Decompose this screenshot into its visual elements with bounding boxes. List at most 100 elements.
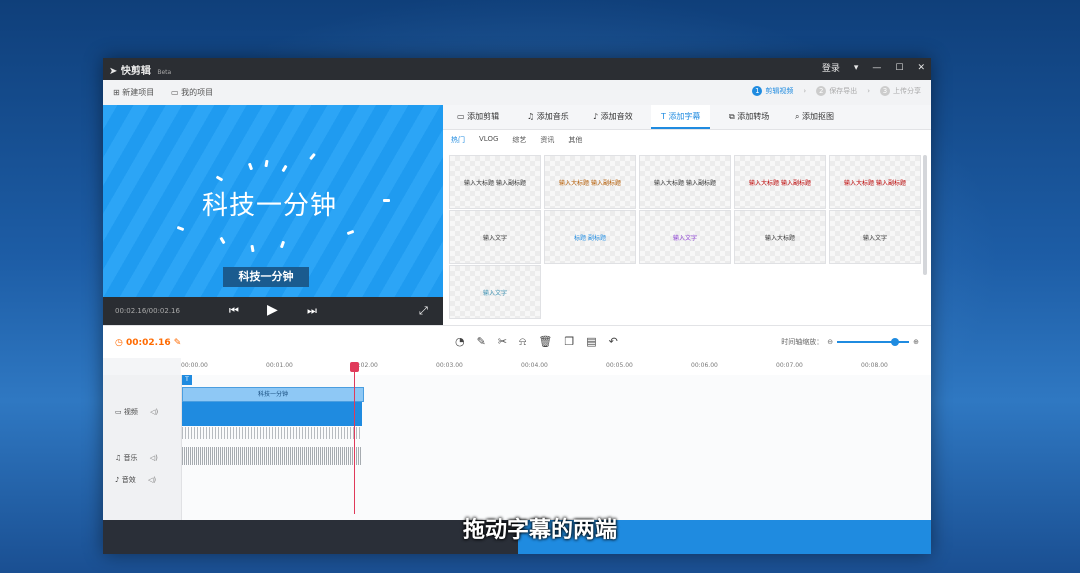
template-card[interactable]: 输入大标题 (734, 210, 826, 264)
zoom-label: 时间轴缩放： (781, 338, 824, 346)
category-vlog[interactable]: VLOG (479, 135, 498, 145)
my-projects-button[interactable]: ▭ 我的项目 (171, 87, 213, 98)
asset-tabs: ▭ 添加剪辑 ♫ 添加音乐 ♪ 添加音效 T 添加字幕 ⧉ 添加转场 ⌕ 添加抠… (443, 105, 931, 130)
next-icon[interactable]: ⏭ (307, 304, 317, 318)
undo-icon[interactable]: ↶ (609, 335, 618, 349)
track-name: 视频 (123, 408, 138, 416)
template-card[interactable]: 输入文字 (449, 210, 541, 264)
tab-label: 添加音效 (600, 112, 633, 121)
spark-decoration (346, 229, 355, 236)
template-card[interactable]: 标题 副标题 (544, 210, 636, 264)
template-label: 输入大标题 输入副标题 (654, 179, 716, 187)
spark-decoration (247, 162, 254, 171)
template-label: 输入文字 (862, 234, 887, 242)
tick-label: 00:06.00 (691, 362, 718, 369)
tick-label: 00:08.00 (861, 362, 888, 369)
template-label: 输入大标题 输入副标题 (844, 179, 906, 187)
maximize-icon[interactable]: ☐ (895, 63, 903, 73)
zoom-slider-knob[interactable] (891, 338, 900, 346)
template-card[interactable]: 输入大标题 输入副标题 (544, 155, 636, 209)
player-controls: 00:02.16/00:02.16 ⏮ ▶ ⏭ ⤢ (103, 297, 443, 325)
track-sfx-label: ♪ 音效 ◁) (115, 475, 156, 485)
video-clip[interactable] (182, 402, 362, 426)
spark-decoration (281, 164, 288, 173)
track-name: 音乐 (123, 454, 138, 462)
tab-add-sfx[interactable]: ♪ 添加音效 (593, 105, 633, 129)
template-label: 输入文字 (482, 234, 507, 242)
template-scrollbar[interactable] (923, 155, 927, 275)
video-preview: 科技一分钟 科技一分钟 (103, 105, 443, 297)
new-project-button[interactable]: ⊞ 新建项目 (113, 87, 154, 98)
category-hot[interactable]: 热门 (451, 135, 465, 145)
template-label: 输入大标题 输入副标题 (464, 179, 526, 187)
bell-icon[interactable]: ⍾ (519, 335, 526, 349)
tab-add-transition[interactable]: ⧉ 添加转场 (729, 105, 769, 129)
tab-label: 添加抠图 (802, 112, 835, 121)
paste-icon[interactable]: ▤ (586, 335, 596, 349)
step-number: 2 (816, 86, 827, 96)
step-label: 上传分享 (893, 87, 921, 95)
step-label: 剪辑视频 (765, 87, 794, 95)
menu-icon[interactable]: ▾ (854, 63, 859, 73)
category-other[interactable]: 其他 (568, 135, 582, 145)
video-track-icon: ▭ (115, 408, 122, 416)
zoom-out-icon[interactable]: ⊖ (827, 338, 833, 346)
template-label: 输入大标题 输入副标题 (749, 179, 811, 187)
template-card[interactable]: 输入文字 (639, 210, 731, 264)
volume-icon[interactable]: ◁) (150, 454, 158, 462)
step-number: 3 (880, 86, 890, 96)
step-share[interactable]: 3 上传分享 (880, 86, 921, 96)
zoom-slider[interactable] (837, 338, 910, 346)
playhead-line[interactable] (354, 364, 355, 514)
track-labels (103, 375, 182, 520)
playback-time: 00:02.16/00:02.16 (115, 307, 180, 315)
template-card[interactable]: 输入文字 (829, 210, 921, 264)
edit-time-icon[interactable]: ✎ (174, 338, 182, 348)
trash-icon[interactable]: 🗑 (538, 335, 552, 349)
tab-add-cutout[interactable]: ⌕ 添加抠图 (795, 105, 834, 129)
subtitle-clip[interactable]: 科技一分钟 (182, 387, 364, 402)
template-label: 输入文字 (482, 289, 507, 297)
play-icon[interactable]: ▶ (267, 302, 278, 318)
tab-label: 添加音乐 (536, 112, 569, 121)
step-edit[interactable]: 1 剪辑视频 (752, 86, 793, 96)
preview-subtitle-box[interactable]: 科技一分钟 (223, 267, 309, 287)
scissors-icon[interactable]: ✂ (498, 335, 507, 349)
current-time: ◷ 00:02.16 ✎ (115, 338, 181, 348)
pencil-icon[interactable]: ✎ (477, 335, 486, 349)
track-video-label: ▭ 视频 ◁) (115, 407, 158, 417)
category-variety[interactable]: 综艺 (512, 135, 526, 145)
fullscreen-icon[interactable]: ⤢ (419, 304, 428, 318)
login-button[interactable]: 登录 (822, 61, 840, 74)
speed-icon[interactable]: ◔ (455, 335, 465, 349)
timeline-tracks: ▭ 视频 ◁) ♫ 音乐 ◁) ♪ 音效 ◁) T 科技一分钟 (103, 375, 931, 520)
tab-add-music[interactable]: ♫ 添加音乐 (527, 105, 569, 129)
copy-icon[interactable]: ❐ (564, 335, 574, 349)
window-controls: 登录 ▾ — ☐ ✕ (822, 61, 925, 75)
tab-add-clip[interactable]: ▭ 添加剪辑 (457, 105, 499, 129)
volume-icon[interactable]: ◁) (150, 408, 158, 416)
timeline-header: ◷ 00:02.16 ✎ ◔ ✎ ✂ ⍾ 🗑 ❐ ▤ ↶ 时间轴缩放： ⊖ ⊕ (103, 325, 931, 358)
minimize-icon[interactable]: — (872, 63, 881, 73)
template-card[interactable]: 输入大标题 输入副标题 (449, 155, 541, 209)
volume-icon[interactable]: ◁) (148, 476, 156, 484)
new-project-icon: ⊞ (113, 88, 120, 97)
video-caption: 拖动字幕的两端 (462, 518, 617, 543)
step-export[interactable]: 2 保存导出 (816, 86, 857, 96)
template-card[interactable]: 输入大标题 输入副标题 (734, 155, 826, 209)
tick-label: 00:05.00 (606, 362, 633, 369)
category-news[interactable]: 资讯 (540, 135, 554, 145)
music-waveform[interactable] (182, 447, 362, 465)
close-icon[interactable]: ✕ (917, 63, 925, 73)
spark-decoration (279, 240, 286, 249)
playhead-handle[interactable] (350, 362, 359, 372)
template-card[interactable]: 输入大标题 输入副标题 (829, 155, 921, 209)
my-projects-label: 我的项目 (181, 88, 214, 97)
zoom-in-icon[interactable]: ⊕ (913, 338, 919, 346)
template-label: 输入大标题 输入副标题 (559, 179, 621, 187)
template-card[interactable]: 输入大标题 输入副标题 (639, 155, 731, 209)
previous-icon[interactable]: ⏮ (229, 304, 239, 318)
timeline-ruler: 00:00.00 00:01.00 00:02.00 00:03.00 00:0… (181, 357, 931, 375)
template-card[interactable]: 输入文字 (449, 265, 541, 319)
tab-add-subtitle[interactable]: T 添加字幕 (651, 105, 711, 129)
